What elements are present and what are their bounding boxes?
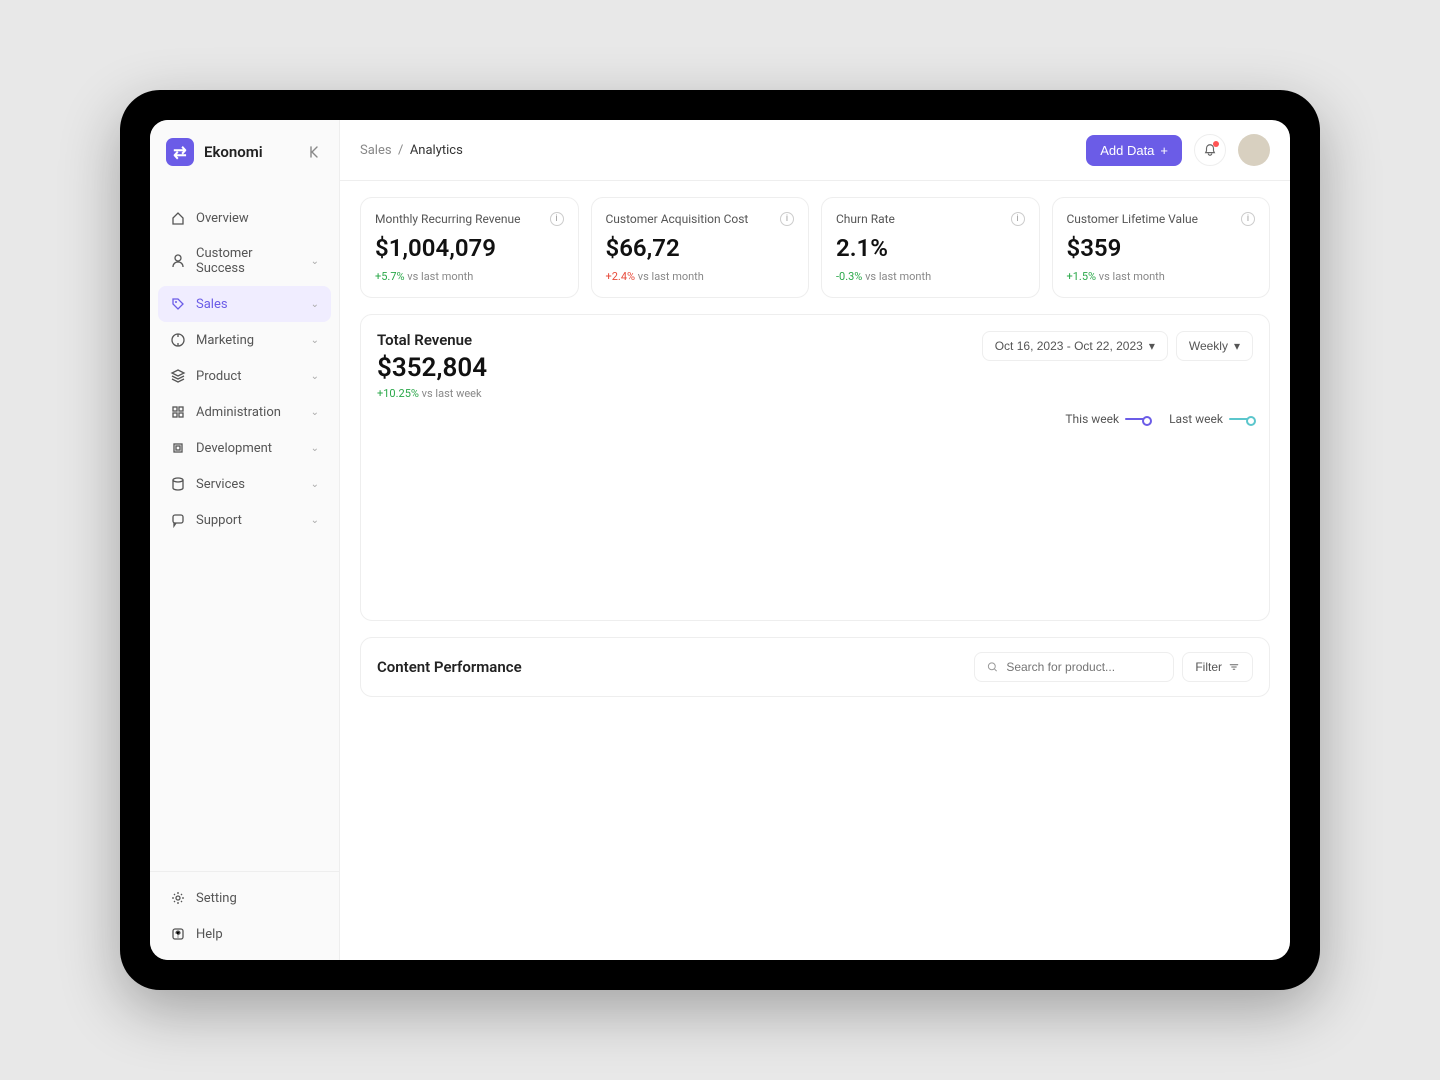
table-title: Content Performance (377, 658, 522, 676)
sidebar-item-support[interactable]: Support ⌄ (158, 502, 331, 538)
metric-value: $1,004,079 (375, 234, 564, 262)
topbar: Sales / Analytics Add Data + (340, 120, 1290, 181)
chart-title: Total Revenue (377, 331, 487, 349)
sidebar-item-label: Overview (196, 211, 249, 226)
sidebar: ⇄ Ekonomi Overview Customer Success ⌄ Sa… (150, 120, 340, 960)
sidebar-item-help[interactable]: Help (158, 916, 331, 952)
metric-label: Customer Acquisition Cost (606, 212, 749, 226)
cpu-icon (170, 440, 186, 456)
sidebar-item-development[interactable]: Development ⌄ (158, 430, 331, 466)
search-input[interactable] (974, 652, 1174, 682)
info-icon[interactable]: i (1011, 212, 1025, 226)
chart-delta: +10.25% vs last week (377, 387, 487, 400)
tag-icon (170, 296, 186, 312)
filter-button[interactable]: Filter (1182, 652, 1253, 682)
sidebar-nav: Overview Customer Success ⌄ Sales ⌄ Mark… (150, 184, 339, 871)
sidebar-item-label: Product (196, 369, 241, 384)
sidebar-item-label: Services (196, 477, 245, 492)
sidebar-item-label: Support (196, 513, 242, 528)
metric-card-3: Customer Lifetime Value i $359 +1.5% vs … (1052, 197, 1271, 298)
revenue-chart[interactable] (377, 434, 1253, 604)
sidebar-item-marketing[interactable]: Marketing ⌄ (158, 322, 331, 358)
sidebar-footer: Setting Help (150, 871, 339, 960)
metric-value: 2.1% (836, 234, 1025, 262)
metrics-row: Monthly Recurring Revenue i $1,004,079 +… (360, 197, 1270, 298)
help-icon (170, 926, 186, 942)
gear-icon (170, 890, 186, 906)
message-icon (170, 512, 186, 528)
chevron-down-icon: ⌄ (311, 515, 319, 526)
user-avatar[interactable] (1238, 134, 1270, 166)
database-icon (170, 476, 186, 492)
chevron-down-icon: ⌄ (311, 443, 319, 454)
chevron-down-icon: ⌄ (311, 371, 319, 382)
target-icon (170, 332, 186, 348)
sidebar-item-label: Setting (196, 891, 237, 906)
chevron-down-icon: ⌄ (311, 407, 319, 418)
metric-card-1: Customer Acquisition Cost i $66,72 +2.4%… (591, 197, 810, 298)
sidebar-item-label: Customer Success (196, 246, 301, 276)
sidebar-item-setting[interactable]: Setting (158, 880, 331, 916)
chevron-down-icon: ⌄ (311, 479, 319, 490)
home-icon (170, 210, 186, 226)
breadcrumb-current: Analytics (410, 143, 463, 158)
total-revenue-card: Total Revenue $352,804 +10.25% vs last w… (360, 314, 1270, 621)
breadcrumb-parent[interactable]: Sales (360, 143, 392, 158)
sidebar-item-administration[interactable]: Administration ⌄ (158, 394, 331, 430)
info-icon[interactable]: i (1241, 212, 1255, 226)
metric-value: $66,72 (606, 234, 795, 262)
metric-label: Monthly Recurring Revenue (375, 212, 521, 226)
metric-delta: +1.5% vs last month (1067, 270, 1256, 283)
chevron-down-icon: ⌄ (311, 335, 319, 346)
info-icon[interactable]: i (550, 212, 564, 226)
filter-icon (1228, 661, 1240, 673)
chevron-down-icon: ▾ (1149, 339, 1155, 353)
sidebar-item-label: Sales (196, 297, 228, 312)
legend-last-week: Last week (1169, 412, 1253, 426)
layers-icon (170, 368, 186, 384)
breadcrumb: Sales / Analytics (360, 143, 463, 158)
plus-icon: + (1160, 143, 1168, 158)
notifications-button[interactable] (1194, 134, 1226, 166)
sidebar-item-services[interactable]: Services ⌄ (158, 466, 331, 502)
chevron-down-icon: ⌄ (311, 256, 319, 267)
chevron-down-icon: ▾ (1234, 339, 1240, 353)
legend-this-week: This week (1065, 412, 1149, 426)
search-icon (987, 660, 998, 674)
chart-value: $352,804 (377, 353, 487, 383)
metric-card-2: Churn Rate i 2.1% -0.3% vs last month (821, 197, 1040, 298)
info-icon[interactable]: i (780, 212, 794, 226)
collapse-sidebar-icon[interactable] (307, 144, 323, 160)
metric-delta: +2.4% vs last month (606, 270, 795, 283)
chevron-down-icon: ⌄ (311, 299, 319, 310)
sidebar-item-sales[interactable]: Sales ⌄ (158, 286, 331, 322)
sidebar-item-label: Marketing (196, 333, 254, 348)
sidebar-item-overview[interactable]: Overview (158, 200, 331, 236)
notification-dot (1213, 141, 1219, 147)
grid-icon (170, 404, 186, 420)
sidebar-item-label: Administration (196, 405, 281, 420)
metric-delta: +5.7% vs last month (375, 270, 564, 283)
metric-value: $359 (1067, 234, 1256, 262)
date-range-picker[interactable]: Oct 16, 2023 - Oct 22, 2023 ▾ (982, 331, 1168, 361)
metric-card-0: Monthly Recurring Revenue i $1,004,079 +… (360, 197, 579, 298)
brand-name: Ekonomi (204, 143, 263, 161)
interval-picker[interactable]: Weekly ▾ (1176, 331, 1253, 361)
sidebar-item-customer-success[interactable]: Customer Success ⌄ (158, 236, 331, 286)
app-logo: ⇄ (166, 138, 194, 166)
sidebar-item-label: Help (196, 927, 223, 942)
metric-label: Customer Lifetime Value (1067, 212, 1198, 226)
content-performance-card: Content Performance Filter (360, 637, 1270, 697)
add-data-button[interactable]: Add Data + (1086, 135, 1182, 166)
sidebar-item-product[interactable]: Product ⌄ (158, 358, 331, 394)
metric-delta: -0.3% vs last month (836, 270, 1025, 283)
user-icon (170, 253, 186, 269)
sidebar-item-label: Development (196, 441, 272, 456)
metric-label: Churn Rate (836, 212, 895, 226)
